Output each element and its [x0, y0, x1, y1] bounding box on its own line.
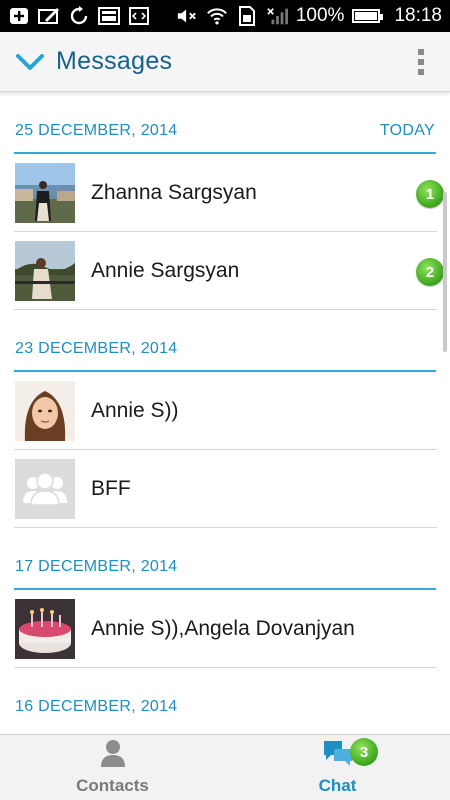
tab-chat[interactable]: 3 Chat [225, 735, 450, 800]
avatar [15, 162, 75, 223]
conversation-row[interactable]: Annie Sargsyan 2 [14, 232, 444, 310]
sim-icon [236, 6, 258, 26]
sync-icon [68, 6, 90, 26]
edit-message-icon [38, 6, 60, 26]
scrollbar[interactable] [443, 192, 447, 352]
section-header: 23 DECEMBER, 2014 [0, 310, 450, 370]
code-icon [128, 6, 150, 26]
chat-bubbles-icon [322, 739, 354, 772]
notification-icons [8, 6, 150, 26]
avatar [15, 380, 75, 441]
conversation-row[interactable]: Annie S)),Angela Dovanjyan [14, 590, 437, 668]
system-status: 100% 18:18 [176, 5, 442, 27]
conversation-row[interactable]: Zhanna Sargsyan 1 [14, 154, 444, 232]
contact-name: Annie S)) [91, 398, 179, 422]
group-avatar-icon [15, 458, 75, 519]
unread-badge: 1 [416, 180, 444, 208]
avatar [15, 240, 75, 301]
contact-name: Annie S)),Angela Dovanjyan [91, 616, 355, 640]
contact-name: Annie Sargsyan [91, 258, 240, 282]
status-bar: 100% 18:18 [0, 0, 450, 32]
contact-name: BFF [91, 476, 131, 500]
contact-name: Zhanna Sargsyan [91, 180, 257, 204]
tab-contacts[interactable]: Contacts [0, 735, 225, 800]
section-date: 17 DECEMBER, 2014 [15, 558, 178, 575]
battery-icon [352, 9, 384, 23]
bottom-navigation: Contacts 3 Chat [0, 734, 450, 800]
tab-contacts-label: Contacts [76, 776, 149, 795]
section-header: 25 DECEMBER, 2014 TODAY [0, 92, 450, 152]
date-section: 17 DECEMBER, 2014 Annie S)),Angela Dovan… [0, 528, 450, 668]
person-icon [100, 739, 126, 772]
date-section: 25 DECEMBER, 2014 TODAY Zhanna Sargsyan … [0, 92, 450, 310]
section-date: 16 DECEMBER, 2014 [15, 698, 178, 715]
mute-icon [176, 6, 198, 26]
conversation-row[interactable]: Annie S)) [14, 372, 437, 450]
page-title: Messages [56, 47, 173, 75]
screenshot-icon [98, 6, 120, 26]
no-signal-icon [266, 6, 288, 26]
date-section: 23 DECEMBER, 2014 Annie S)) BFF [0, 310, 450, 528]
section-date: 25 DECEMBER, 2014 [15, 122, 178, 139]
overflow-menu-icon[interactable] [418, 48, 424, 75]
section-tag: TODAY [379, 122, 435, 139]
wifi-icon [206, 6, 228, 26]
chevron-down-icon[interactable] [12, 44, 48, 80]
section-header: 17 DECEMBER, 2014 [0, 528, 450, 588]
chat-unread-badge: 3 [350, 738, 378, 766]
conversation-row[interactable]: BFF [14, 450, 437, 528]
section-date: 23 DECEMBER, 2014 [15, 340, 178, 357]
conversation-list[interactable]: 25 DECEMBER, 2014 TODAY Zhanna Sargsyan … [0, 92, 450, 734]
action-bar: Messages [0, 32, 450, 92]
add-icon [8, 6, 30, 26]
section-header: 16 DECEMBER, 2014 [0, 668, 450, 728]
date-section: 16 DECEMBER, 2014 [0, 668, 450, 728]
clock: 18:18 [394, 5, 442, 26]
battery-percent: 100% [295, 5, 345, 26]
unread-badge: 2 [416, 258, 444, 286]
tab-chat-label: Chat [318, 776, 357, 795]
avatar [15, 598, 75, 659]
